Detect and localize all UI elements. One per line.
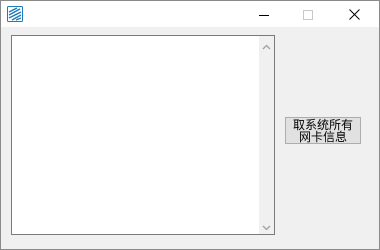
scroll-down-arrow-icon — [262, 216, 271, 235]
close-button[interactable] — [332, 1, 376, 27]
get-all-adapters-info-label: 取系统所有网卡信息 — [292, 118, 353, 144]
adapter-list-box[interactable] — [11, 35, 275, 235]
minimize-button[interactable] — [242, 1, 286, 27]
maximize-button[interactable] — [286, 1, 330, 27]
app-window: 取系统所有网卡信息 — [0, 0, 380, 250]
client-area: 取系统所有网卡信息 — [1, 27, 379, 249]
scroll-down-button[interactable] — [259, 218, 274, 233]
app-logo-icon[interactable] — [7, 6, 23, 22]
minimize-icon — [259, 5, 269, 24]
get-all-adapters-info-button[interactable]: 取系统所有网卡信息 — [285, 117, 361, 144]
vertical-scrollbar[interactable] — [259, 36, 274, 234]
maximize-icon — [303, 5, 313, 24]
close-icon — [348, 5, 360, 24]
scroll-up-arrow-icon — [262, 35, 271, 54]
scroll-up-button[interactable] — [259, 37, 274, 52]
title-bar[interactable] — [1, 1, 379, 27]
